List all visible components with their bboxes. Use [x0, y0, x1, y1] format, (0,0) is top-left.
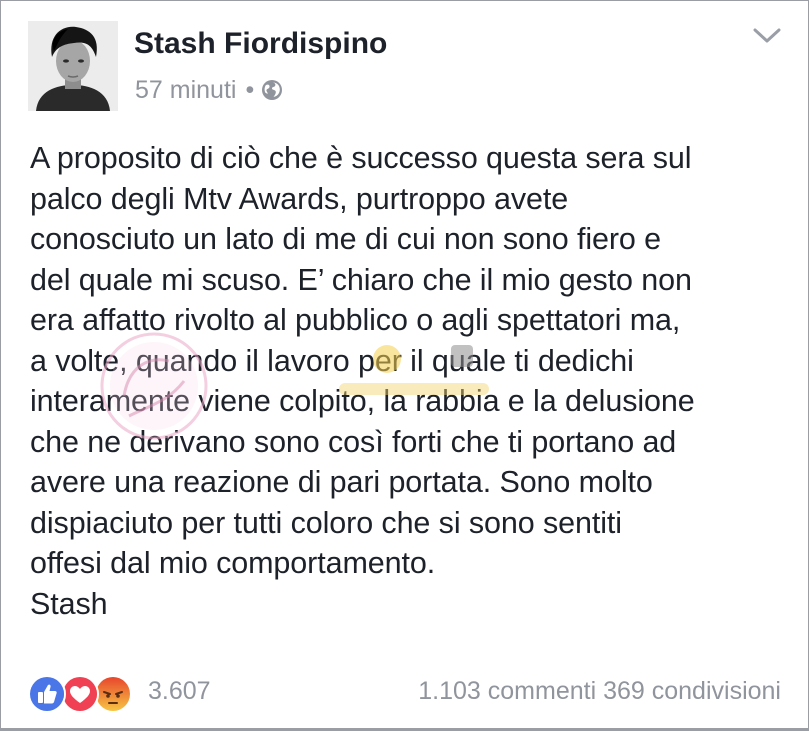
post-text-line: a volte, quando il lavoro per il quale t…: [30, 343, 634, 378]
post-text-line: palco degli Mtv Awards, purtroppo avete: [30, 181, 569, 216]
post-text-line: interamente viene colpito, la rabbia e l…: [30, 384, 695, 418]
angry-icon: [94, 675, 132, 713]
comments-count-link[interactable]: 1.103 commenti: [418, 677, 596, 705]
post-footer: 3.607 1.103 commenti 369 condivisioni: [1, 671, 808, 713]
reactions-summary[interactable]: [28, 675, 138, 713]
post-text-line: conosciuto un lato di me di cui non sono…: [30, 222, 662, 256]
like-icon: [28, 675, 66, 713]
avatar[interactable]: [28, 21, 118, 111]
post-text-line: dispiaciuto per tutti coloro che si sono…: [30, 505, 622, 540]
post-text-line: che ne derivano sono così forti che ti p…: [30, 424, 677, 459]
post-text-line: era affatto rivolto al pubblico o agli s…: [30, 303, 681, 337]
post-text-line: A proposito di ciò che è successo questa…: [30, 141, 692, 175]
post-stats: 1.103 commenti 369 condivisioni: [418, 677, 781, 706]
post-text-line: offesi dal mio comportamento.: [30, 546, 436, 580]
shares-count-link[interactable]: 369 condivisioni: [603, 677, 781, 705]
avatar-image: [28, 21, 118, 111]
post-text-line: Stash: [30, 586, 108, 621]
love-icon: [61, 675, 99, 713]
globe-icon: [261, 79, 283, 101]
post-text-line: avere una reazione di pari portata. Sono…: [30, 465, 653, 499]
author-name[interactable]: Stash Fiordispino: [134, 27, 387, 61]
meta-separator: •: [245, 75, 255, 104]
reaction-count[interactable]: 3.607: [148, 677, 211, 706]
facebook-post-card: Stash Fiordispino 57 minuti • A proposit…: [0, 0, 809, 731]
post-body: A proposito di ciò che è successo questa…: [30, 138, 800, 624]
post-timestamp[interactable]: 57 minuti: [135, 76, 236, 105]
post-text-line: del quale mi scuso. E’ chiaro che il mio…: [30, 262, 692, 297]
post-meta: 57 minuti •: [135, 73, 283, 107]
chevron-down-icon[interactable]: [749, 23, 785, 49]
